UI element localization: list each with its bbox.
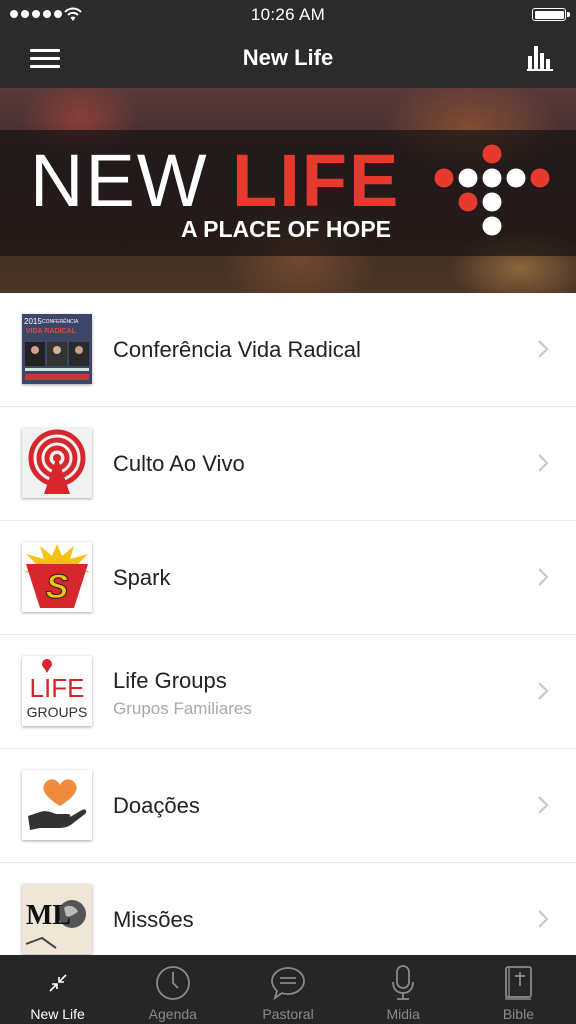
- list-item-subtitle: Grupos Familiares: [113, 699, 252, 718]
- broadcast-tower-icon: [22, 428, 92, 498]
- banner-word-new: NEW: [30, 139, 209, 222]
- list-item-title: Spark: [113, 565, 171, 590]
- tab-label: Pastoral: [262, 1006, 314, 1022]
- spark-logo-letter: S: [46, 568, 69, 606]
- tab-label: Bible: [502, 1006, 534, 1022]
- list-item-title: Conferência Vida Radical: [113, 337, 361, 362]
- tab-label: New Life: [30, 1006, 85, 1022]
- chevron-right-icon: [538, 454, 549, 472]
- banner-word-life: LIFE: [232, 139, 401, 222]
- poster-year: 2015: [24, 317, 42, 326]
- hero-banner: NEW LIFE A PLACE OF HOPE: [0, 88, 576, 293]
- life-groups-logo-line1: LIFE: [30, 673, 85, 703]
- bar-chart-icon[interactable]: [526, 44, 554, 72]
- chevron-right-icon: [538, 910, 549, 928]
- life-groups-logo-line2: GROUPS: [27, 704, 88, 720]
- list-item-title: Life Groups: [113, 668, 227, 693]
- list-item-spark[interactable]: S Spark: [0, 521, 576, 635]
- list-item-title: Culto Ao Vivo: [113, 451, 245, 476]
- spark-logo-icon: S: [22, 542, 92, 612]
- chevron-right-icon: [538, 568, 549, 586]
- tab-bar: New Life Agenda Pastoral Midia Bible: [0, 955, 576, 1024]
- list-item-culto-ao-vivo[interactable]: Culto Ao Vivo: [0, 407, 576, 521]
- chevron-right-icon: [538, 340, 549, 358]
- poster-heading: CONFERÊNCIA: [42, 317, 79, 325]
- conference-poster-thumbnail: 2015 CONFERÊNCIA VIDA RADICAL: [22, 314, 92, 384]
- list-item-doacoes[interactable]: Doações: [0, 749, 576, 863]
- missions-logo-text: ML: [26, 900, 71, 931]
- tab-midia[interactable]: Midia: [346, 955, 461, 1024]
- tab-label: Midia: [386, 1006, 420, 1022]
- tab-label: Agenda: [148, 1006, 197, 1022]
- tab-bible[interactable]: Bible: [461, 955, 576, 1024]
- chevron-right-icon: [538, 796, 549, 814]
- status-time: 10:26 AM: [250, 5, 326, 24]
- collapse-arrows-icon: [49, 974, 67, 992]
- navigation-bar: New Life: [0, 30, 576, 88]
- battery-icon: [532, 8, 570, 21]
- missions-globe-icon: ML: [22, 884, 92, 954]
- speech-bubble-icon: [271, 967, 305, 1001]
- list-item-missoes[interactable]: ML Missões: [0, 863, 576, 955]
- page-title: New Life: [242, 45, 334, 70]
- list-item-conferencia[interactable]: 2015 CONFERÊNCIA VIDA RADICAL Conferênci…: [0, 293, 576, 407]
- chevron-right-icon: [538, 682, 549, 700]
- list-item-life-groups[interactable]: LIFE GROUPS Life Groups Grupos Familiare…: [0, 635, 576, 749]
- list-item-title: Missões: [113, 907, 194, 932]
- tab-pastoral[interactable]: Pastoral: [230, 955, 345, 1024]
- list-item-title: Doações: [113, 793, 200, 818]
- banner-tagline: A PLACE OF HOPE: [181, 216, 391, 242]
- heart-in-hand-icon: [22, 770, 92, 840]
- microphone-icon: [392, 965, 415, 1000]
- bible-book-icon: [505, 966, 533, 1000]
- tab-new-life[interactable]: New Life: [0, 955, 115, 1024]
- clock-icon: [155, 966, 190, 1000]
- dotted-cross-logo-icon: [434, 144, 550, 236]
- life-groups-logo: LIFE GROUPS: [22, 656, 92, 726]
- tab-agenda[interactable]: Agenda: [115, 955, 230, 1024]
- poster-title: VIDA RADICAL: [26, 328, 77, 335]
- status-bar: 10:26 AM: [0, 0, 576, 30]
- menu-list: 2015 CONFERÊNCIA VIDA RADICAL Conferênci…: [0, 293, 576, 955]
